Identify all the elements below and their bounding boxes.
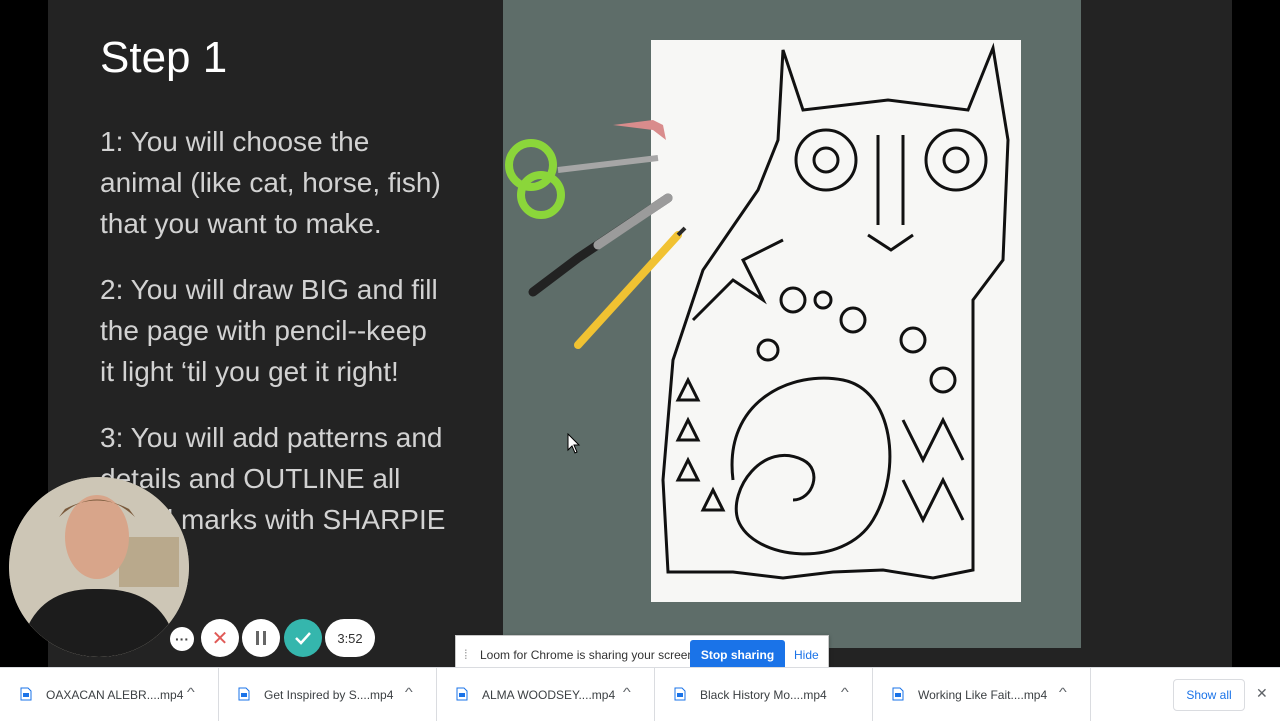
video-file-icon [674, 687, 686, 701]
show-all-downloads-button[interactable]: Show all [1173, 679, 1245, 711]
drag-handle-icon[interactable]: ⁞ [464, 647, 468, 662]
close-icon[interactable]: ✕ [1256, 685, 1268, 702]
pause-icon [256, 631, 266, 645]
step-3-line-2: details and OUTLINE all [100, 463, 401, 494]
step-2-line-2: the page with pencil--keep [100, 315, 427, 346]
chevron-up-icon[interactable]: ^ [405, 685, 413, 699]
slide-title: Step 1 [100, 33, 228, 82]
step-2-line-1: 2: You will draw BIG and fill [100, 274, 438, 305]
download-shelf: OAXACAN ALEBR....mp4 ^ Get Inspired by S… [0, 667, 1280, 721]
check-icon [295, 632, 311, 645]
webcam-bubble[interactable] [9, 477, 189, 657]
letterbox-right [1232, 0, 1280, 667]
step-1-line-1: 1: You will choose the [100, 126, 370, 157]
download-filename: Get Inspired by S....mp4 [264, 688, 394, 702]
download-item[interactable]: Working Like Fait....mp4 ^ [872, 668, 1091, 721]
step-1-line-2: animal (like cat, horse, fish) [100, 167, 441, 198]
step-1-text: 1: You will choose the animal (like cat,… [100, 121, 480, 244]
cat-drawing-photo [503, 0, 1081, 648]
recording-timer: 3:52 [325, 619, 375, 657]
step-1-line-3: that you want to make. [100, 208, 382, 239]
download-filename: Working Like Fait....mp4 [918, 688, 1048, 702]
download-item[interactable]: OAXACAN ALEBR....mp4 ^ [0, 668, 219, 721]
more-options-button[interactable]: ··· [170, 627, 194, 651]
finish-recording-button[interactable] [284, 619, 322, 657]
download-item[interactable]: Black History Mo....mp4 ^ [654, 668, 873, 721]
download-filename: ALMA WOODSEY....mp4 [482, 688, 616, 702]
download-filename: OAXACAN ALEBR....mp4 [46, 688, 184, 702]
download-item[interactable]: Get Inspired by S....mp4 ^ [218, 668, 437, 721]
cat-drawing-illustration [505, 40, 1021, 602]
pause-recording-button[interactable] [242, 619, 280, 657]
video-file-icon [20, 687, 32, 701]
close-icon: ✕ [211, 627, 229, 650]
video-file-icon [892, 687, 904, 701]
video-file-icon [238, 687, 250, 701]
chevron-up-icon[interactable]: ^ [187, 685, 195, 699]
step-2-line-3: it light ‘til you get it right! [100, 356, 399, 387]
chevron-up-icon[interactable]: ^ [841, 685, 849, 699]
chevron-up-icon[interactable]: ^ [1059, 685, 1067, 699]
chevron-up-icon[interactable]: ^ [623, 685, 631, 699]
step-2-text: 2: You will draw BIG and fill the page w… [100, 269, 480, 392]
cancel-recording-button[interactable]: ✕ [201, 619, 239, 657]
download-item[interactable]: ALMA WOODSEY....mp4 ^ [436, 668, 655, 721]
video-file-icon [456, 687, 468, 701]
step-3-line-1: 3: You will add patterns and [100, 422, 443, 453]
more-horizontal-icon: ··· [175, 631, 189, 647]
share-message: Loom for Chrome is sharing your screen. [480, 648, 698, 662]
hide-button[interactable]: Hide [794, 648, 819, 662]
stop-sharing-button[interactable]: Stop sharing [690, 640, 785, 670]
mouse-cursor-icon [567, 432, 581, 460]
presenter-avatar [9, 477, 189, 657]
download-filename: Black History Mo....mp4 [700, 688, 827, 702]
